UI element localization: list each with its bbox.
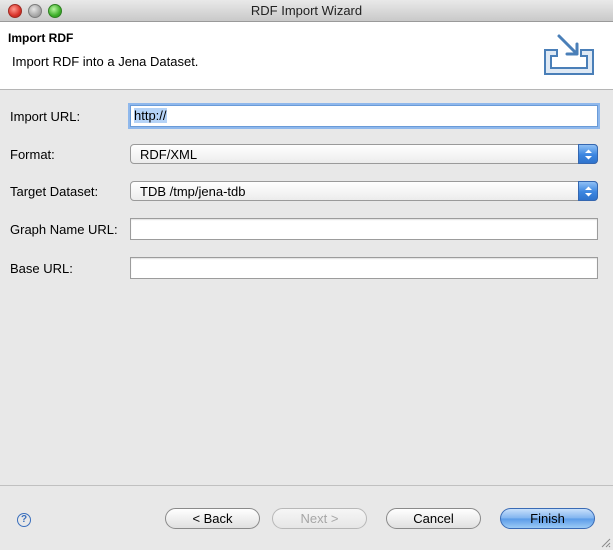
select-arrows-icon <box>578 144 598 164</box>
graph-name-url-input[interactable] <box>130 218 598 240</box>
title-bar[interactable]: RDF Import Wizard <box>0 0 613 22</box>
window-title: RDF Import Wizard <box>250 3 363 18</box>
wizard-window: RDF Import Wizard Import RDF Import RDF … <box>0 0 613 550</box>
help-icon[interactable]: ? <box>17 513 31 527</box>
import-arrow-icon <box>544 34 594 75</box>
format-label: Format: <box>10 147 55 162</box>
graph-name-url-label: Graph Name URL: <box>10 222 118 237</box>
resize-grip-icon[interactable] <box>599 536 611 548</box>
target-dataset-label: Target Dataset: <box>10 184 99 199</box>
import-url-value: http:// <box>134 108 167 123</box>
wizard-header: Import RDF Import RDF into a Jena Datase… <box>0 22 613 90</box>
page-title: Import RDF <box>8 31 74 45</box>
import-url-label: Import URL: <box>10 109 81 124</box>
select-arrows-icon <box>578 181 598 201</box>
page-description: Import RDF into a Jena Dataset. <box>12 54 199 69</box>
target-dataset-selected-value: TDB /tmp/jena-tdb <box>140 184 246 199</box>
cancel-button[interactable]: Cancel <box>386 508 481 529</box>
back-button[interactable]: < Back <box>165 508 260 529</box>
next-button[interactable]: Next > <box>272 508 367 529</box>
footer-divider <box>0 485 613 486</box>
target-dataset-select[interactable]: TDB /tmp/jena-tdb <box>130 181 598 201</box>
format-select[interactable]: RDF/XML <box>130 144 598 164</box>
base-url-label: Base URL: <box>10 261 73 276</box>
import-url-input[interactable]: http:// <box>130 105 598 127</box>
base-url-input[interactable] <box>130 257 598 279</box>
finish-button[interactable]: Finish <box>500 508 595 529</box>
format-selected-value: RDF/XML <box>140 147 198 162</box>
